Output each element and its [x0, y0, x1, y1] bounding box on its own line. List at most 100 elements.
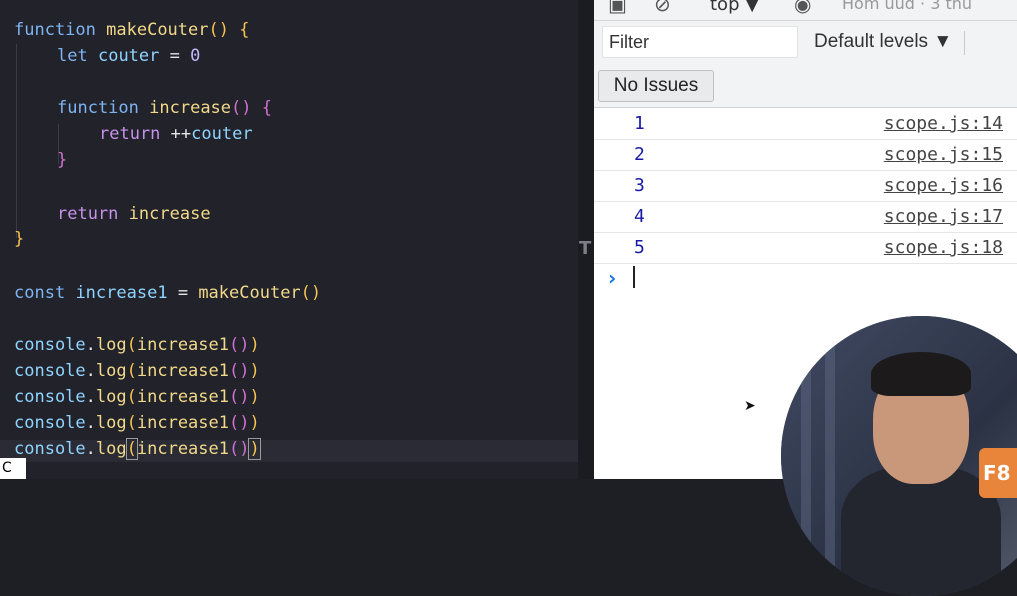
code-line-1[interactable]: function makeCouter() { — [14, 17, 249, 43]
filter-input[interactable]: Filter — [602, 26, 798, 58]
method-token: log — [95, 413, 127, 433]
background-stripe — [801, 316, 811, 596]
dot-token: . — [85, 361, 96, 381]
code-line-15[interactable]: console.log(increase1()) — [14, 384, 260, 410]
brace-token: { — [239, 20, 250, 40]
identifier-token: increase1 — [136, 387, 229, 407]
log-source-link[interactable]: scope.js:17 — [884, 206, 1003, 227]
code-line-11[interactable]: const increase1 = makeCouter() — [14, 280, 321, 306]
keyword-token: const — [14, 283, 66, 303]
keyword-token: return — [99, 124, 161, 144]
variable-token: increase1 — [75, 283, 168, 303]
paren-token: ( — [126, 361, 137, 381]
code-line-16[interactable]: console.log(increase1()) — [14, 410, 260, 436]
log-value: 2 — [634, 144, 645, 165]
identifier-token: increase1 — [136, 361, 229, 381]
paren-token: ) — [249, 413, 260, 433]
channel-logo: F8 — [979, 448, 1017, 498]
mouse-pointer-icon: ➤ — [744, 398, 756, 414]
object-token: console — [14, 413, 86, 433]
identifier-token: increase — [128, 204, 211, 224]
console-log-row: 2 scope.js:15 — [594, 140, 1017, 171]
log-value: 5 — [634, 237, 645, 258]
console-prompt-icon: › — [608, 266, 617, 290]
paren-token: ) — [249, 361, 260, 381]
brace-token: } — [57, 150, 68, 170]
sidebar-toggle-icon[interactable]: ▣ — [608, 0, 627, 16]
object-token: console — [14, 335, 86, 355]
paren-token: () — [229, 439, 250, 459]
identifier-token: increase1 — [136, 439, 229, 459]
log-source-link[interactable]: scope.js:14 — [884, 113, 1003, 134]
function-call-token: makeCouter — [198, 283, 301, 303]
levels-dropdown[interactable]: Default levels ▼ — [814, 31, 952, 53]
background-stripe — [825, 316, 835, 596]
console-toolbar: ▣ ⊘ top ▼ ◉ Hom uud · 3 thu — [594, 0, 1017, 21]
code-line-14[interactable]: console.log(increase1()) — [14, 358, 260, 384]
console-input-caret[interactable] — [633, 266, 635, 288]
issues-button[interactable]: No Issues — [598, 70, 714, 102]
paren-token: ( — [126, 413, 137, 433]
log-source-link[interactable]: scope.js:16 — [884, 175, 1003, 196]
paren-token: ) — [249, 387, 260, 407]
paren-token: () — [231, 98, 252, 118]
number-token: 0 — [190, 46, 201, 66]
webcam-overlay: F8 — [781, 316, 1017, 596]
keyword-token: let — [57, 46, 88, 66]
keyword-token: return — [57, 204, 119, 224]
toolbar-overflow-text: Hom uud · 3 thu — [842, 0, 973, 13]
keyword-token: function — [57, 98, 139, 118]
code-line-8[interactable]: return increase — [57, 201, 211, 227]
issues-row: No Issues — [594, 65, 1017, 108]
code-line-17[interactable]: console.log(increase1()) — [14, 436, 261, 462]
code-line-13[interactable]: console.log(increase1()) — [14, 332, 260, 358]
paren-token: ) — [249, 335, 260, 355]
code-line-6[interactable]: } — [57, 147, 67, 173]
method-token: log — [95, 387, 127, 407]
dot-token: . — [85, 335, 96, 355]
brace-token: { — [261, 98, 273, 118]
console-log-row: 1 scope.js:14 — [594, 109, 1017, 140]
code-editor[interactable]: function makeCouter() { let couter = 0 f… — [0, 0, 578, 479]
eye-icon[interactable]: ◉ — [794, 0, 811, 16]
identifier-token: increase1 — [136, 413, 229, 433]
console-log-row: 4 scope.js:17 — [594, 202, 1017, 233]
paren-token: () — [229, 387, 250, 407]
presenter-hair — [871, 352, 971, 396]
console-log-row: 3 scope.js:16 — [594, 171, 1017, 202]
function-name-token: makeCouter — [106, 20, 209, 40]
keyword-token: function — [14, 20, 96, 40]
paren-token: () — [229, 413, 250, 433]
code-line-5[interactable]: return ++couter — [99, 121, 253, 147]
context-select[interactable]: top ▼ — [710, 0, 759, 15]
dot-token: . — [85, 413, 96, 433]
log-value: 1 — [634, 113, 645, 134]
console-log-row: 5 scope.js:18 — [594, 233, 1017, 264]
corner-letter: C — [0, 458, 26, 479]
brace-token: } — [14, 229, 25, 249]
log-source-link[interactable]: scope.js:18 — [884, 237, 1003, 258]
paren-token: () — [300, 283, 322, 303]
operator-token: ++ — [170, 124, 192, 144]
toolbar-divider — [964, 31, 965, 55]
clear-console-icon[interactable]: ⊘ — [654, 0, 671, 16]
paren-token: () — [208, 20, 229, 40]
log-source-link[interactable]: scope.js:15 — [884, 144, 1003, 165]
code-line-9[interactable]: } — [14, 226, 24, 252]
code-line-2[interactable]: let couter = 0 — [57, 43, 200, 69]
operator-token: = — [169, 46, 180, 66]
presenter-body — [841, 466, 1001, 596]
paren-token: ( — [126, 335, 137, 355]
code-line-4[interactable]: function increase() { — [57, 95, 272, 121]
indent-guide — [16, 44, 17, 238]
method-token: log — [95, 439, 127, 459]
identifier-token: increase1 — [136, 335, 229, 355]
object-token: console — [14, 387, 86, 407]
paren-token: () — [229, 361, 250, 381]
function-name-token: increase — [149, 98, 232, 118]
filter-row: Filter Default levels ▼ — [594, 21, 1017, 65]
dot-token: . — [85, 387, 96, 407]
dot-token: . — [85, 439, 96, 459]
object-token: console — [14, 361, 86, 381]
devtools-console: ▣ ⊘ top ▼ ◉ Hom uud · 3 thu Filter Defau… — [594, 0, 1017, 596]
